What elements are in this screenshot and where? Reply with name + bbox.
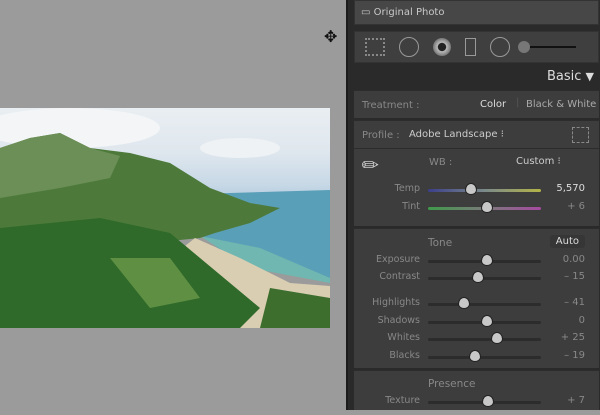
slider-row-blacks: Blacks – 19 xyxy=(354,350,599,370)
slider-knob[interactable] xyxy=(470,350,481,361)
contrast-slider[interactable] xyxy=(428,272,541,282)
slider-value[interactable]: 0.00 xyxy=(535,254,585,265)
slider-label: Temp xyxy=(394,183,420,194)
slider-knob[interactable] xyxy=(472,272,483,282)
blacks-slider[interactable] xyxy=(428,350,541,361)
original-photo-toggle[interactable]: ▭ Original Photo xyxy=(354,0,599,25)
slider-value[interactable]: + 7 xyxy=(535,395,585,406)
original-photo-icon: ▭ xyxy=(361,7,371,18)
shadows-slider[interactable] xyxy=(428,315,541,326)
exposure-slider[interactable] xyxy=(428,255,541,265)
image-canvas: ✥ xyxy=(0,0,346,410)
slider-label: Tint xyxy=(402,201,420,212)
eyedropper-icon[interactable]: ✎ xyxy=(356,151,385,180)
red-eye-icon[interactable] xyxy=(433,38,451,56)
profile-browser-grid-icon[interactable] xyxy=(572,127,589,143)
slider-knob[interactable] xyxy=(481,315,492,326)
wb-section: ✎ WB : Custom ⁝ Temp 5,570 Tint + 6 xyxy=(354,148,599,226)
highlights-slider[interactable] xyxy=(428,298,541,308)
landscape-image xyxy=(0,108,330,328)
slider-value[interactable]: 5,570 xyxy=(535,183,585,194)
develop-panel: ▭ Original Photo Basic ▼ Treatment : Col… xyxy=(346,0,600,410)
tint-slider[interactable] xyxy=(428,202,541,212)
treatment-row: Treatment : Color | Black & White xyxy=(354,90,599,118)
slider-label: Highlights xyxy=(372,297,420,308)
slider-row-tint: Tint + 6 xyxy=(354,201,599,221)
slider-knob[interactable] xyxy=(482,396,493,406)
basic-panel-header[interactable]: Basic ▼ xyxy=(348,64,600,90)
move-cursor-icon: ✥ xyxy=(324,27,338,46)
photo-preview xyxy=(0,108,330,328)
slider-label: Whites xyxy=(387,332,420,343)
whites-slider[interactable] xyxy=(428,333,541,343)
profile-row: Profile : Adobe Landscape ⁝ xyxy=(354,120,599,148)
profile-select[interactable]: Adobe Landscape ⁝ xyxy=(409,129,504,140)
divider: | xyxy=(516,97,520,108)
slider-knob[interactable] xyxy=(481,202,492,212)
presence-section: Presence Texture + 7 xyxy=(354,370,599,410)
slider-row-texture: Texture + 7 xyxy=(354,395,599,415)
slider-value[interactable]: 0 xyxy=(535,315,585,326)
slider-label: Blacks xyxy=(389,349,420,361)
treatment-color[interactable]: Color xyxy=(480,99,506,110)
treatment-black-white[interactable]: Black & White xyxy=(526,99,596,110)
slider-value[interactable]: + 6 xyxy=(535,201,585,212)
slider-knob[interactable] xyxy=(481,255,492,265)
slider-label: Texture xyxy=(385,395,420,406)
slider-knob[interactable] xyxy=(465,184,476,194)
slider-value[interactable]: – 41 xyxy=(535,297,585,308)
collapse-triangle-icon: ▼ xyxy=(585,70,594,83)
slider-knob[interactable] xyxy=(491,333,502,343)
brush-size-slider[interactable] xyxy=(518,41,576,53)
slider-value[interactable]: – 15 xyxy=(535,271,585,282)
temp-slider[interactable] xyxy=(428,184,541,194)
wb-select[interactable]: Custom ⁝ xyxy=(516,156,561,167)
auto-tone-button[interactable]: Auto xyxy=(549,235,585,248)
slider-label: Shadows xyxy=(377,314,420,326)
slider-label: Exposure xyxy=(376,254,420,265)
spot-removal-icon[interactable] xyxy=(399,37,419,57)
tool-strip xyxy=(354,31,599,63)
slider-value[interactable]: – 19 xyxy=(535,350,585,361)
texture-slider[interactable] xyxy=(428,396,541,406)
radial-filter-icon[interactable] xyxy=(490,37,510,57)
graduated-filter-icon[interactable] xyxy=(465,38,476,56)
crop-grid-icon[interactable] xyxy=(365,38,385,56)
tone-section: Tone Auto Exposure 0.00 Contrast – 15 Highl… xyxy=(354,228,599,368)
slider-label: Contrast xyxy=(379,271,420,282)
slider-row-contrast: Contrast – 15 xyxy=(354,271,599,291)
slider-value[interactable]: + 25 xyxy=(535,332,585,343)
slider-knob[interactable] xyxy=(459,298,470,308)
